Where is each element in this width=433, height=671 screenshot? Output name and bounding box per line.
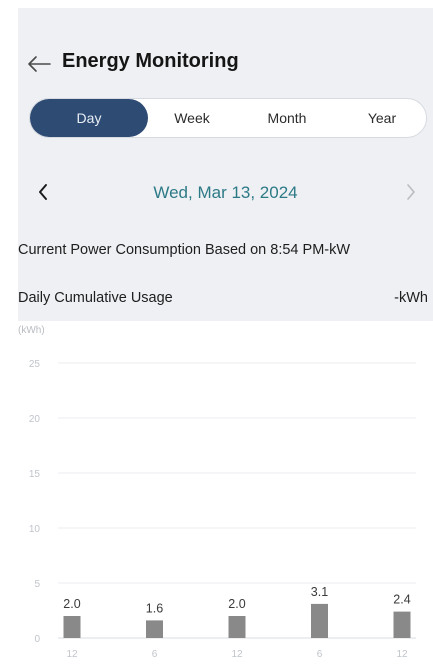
- bar: [228, 616, 246, 638]
- period-tabs: Day Week Month Year: [29, 98, 427, 138]
- bar: [63, 616, 81, 638]
- y-tick-label: 20: [29, 414, 41, 425]
- current-power-value: -kW: [324, 242, 351, 258]
- x-tick-label: 6: [152, 649, 158, 660]
- date-navigator: Wed, Mar 13, 2024: [18, 178, 433, 208]
- bar-value-label: 2.0: [228, 597, 245, 611]
- header: Energy Monitoring: [18, 50, 433, 86]
- tab-day[interactable]: Day: [30, 99, 148, 137]
- tab-week[interactable]: Week: [148, 99, 236, 137]
- bar-value-label: 3.1: [311, 585, 328, 599]
- bar: [311, 603, 328, 638]
- chevron-right-icon[interactable]: [404, 181, 418, 203]
- usage-chart: (kWh) 0 5 10 15 20 25 12 6 12 6 12 2.0 1.6 2.0 3.1 2.4: [18, 321, 433, 671]
- bar: [393, 611, 411, 638]
- daily-usage-value: -kWh: [394, 290, 428, 306]
- daily-usage-label: Daily Cumulative Usage: [18, 290, 173, 306]
- x-tick-label: 12: [231, 649, 243, 660]
- page-title: Energy Monitoring: [62, 50, 239, 72]
- current-power-label: Current Power Consumption Based on 8:54 …: [18, 242, 351, 258]
- x-tick-label: 12: [396, 649, 408, 660]
- app-screen: Energy Monitoring Day Week Month Year We…: [18, 8, 433, 671]
- bar-value-label: 2.4: [393, 593, 410, 607]
- y-tick-label: 5: [34, 579, 40, 590]
- y-tick-label: 25: [29, 359, 41, 370]
- y-tick-label: 10: [29, 524, 41, 535]
- y-tick-label: 0: [34, 634, 40, 645]
- x-tick-label: 6: [317, 649, 323, 660]
- tab-month[interactable]: Month: [236, 99, 338, 137]
- back-arrow-icon[interactable]: [26, 54, 52, 74]
- x-tick-label: 12: [66, 649, 78, 660]
- bar-value-label: 2.0: [63, 597, 80, 611]
- y-axis-unit-label: (kWh): [18, 325, 45, 336]
- bar-chart-svg: (kWh) 0 5 10 15 20 25 12 6 12 6 12 2.0 1.6 2.0 3.1 2.4: [18, 325, 416, 660]
- bar-value-label: 1.6: [146, 601, 163, 615]
- date-label[interactable]: Wed, Mar 13, 2024: [18, 183, 433, 203]
- bar: [146, 620, 163, 638]
- tab-year[interactable]: Year: [338, 99, 426, 137]
- y-tick-label: 15: [29, 469, 41, 480]
